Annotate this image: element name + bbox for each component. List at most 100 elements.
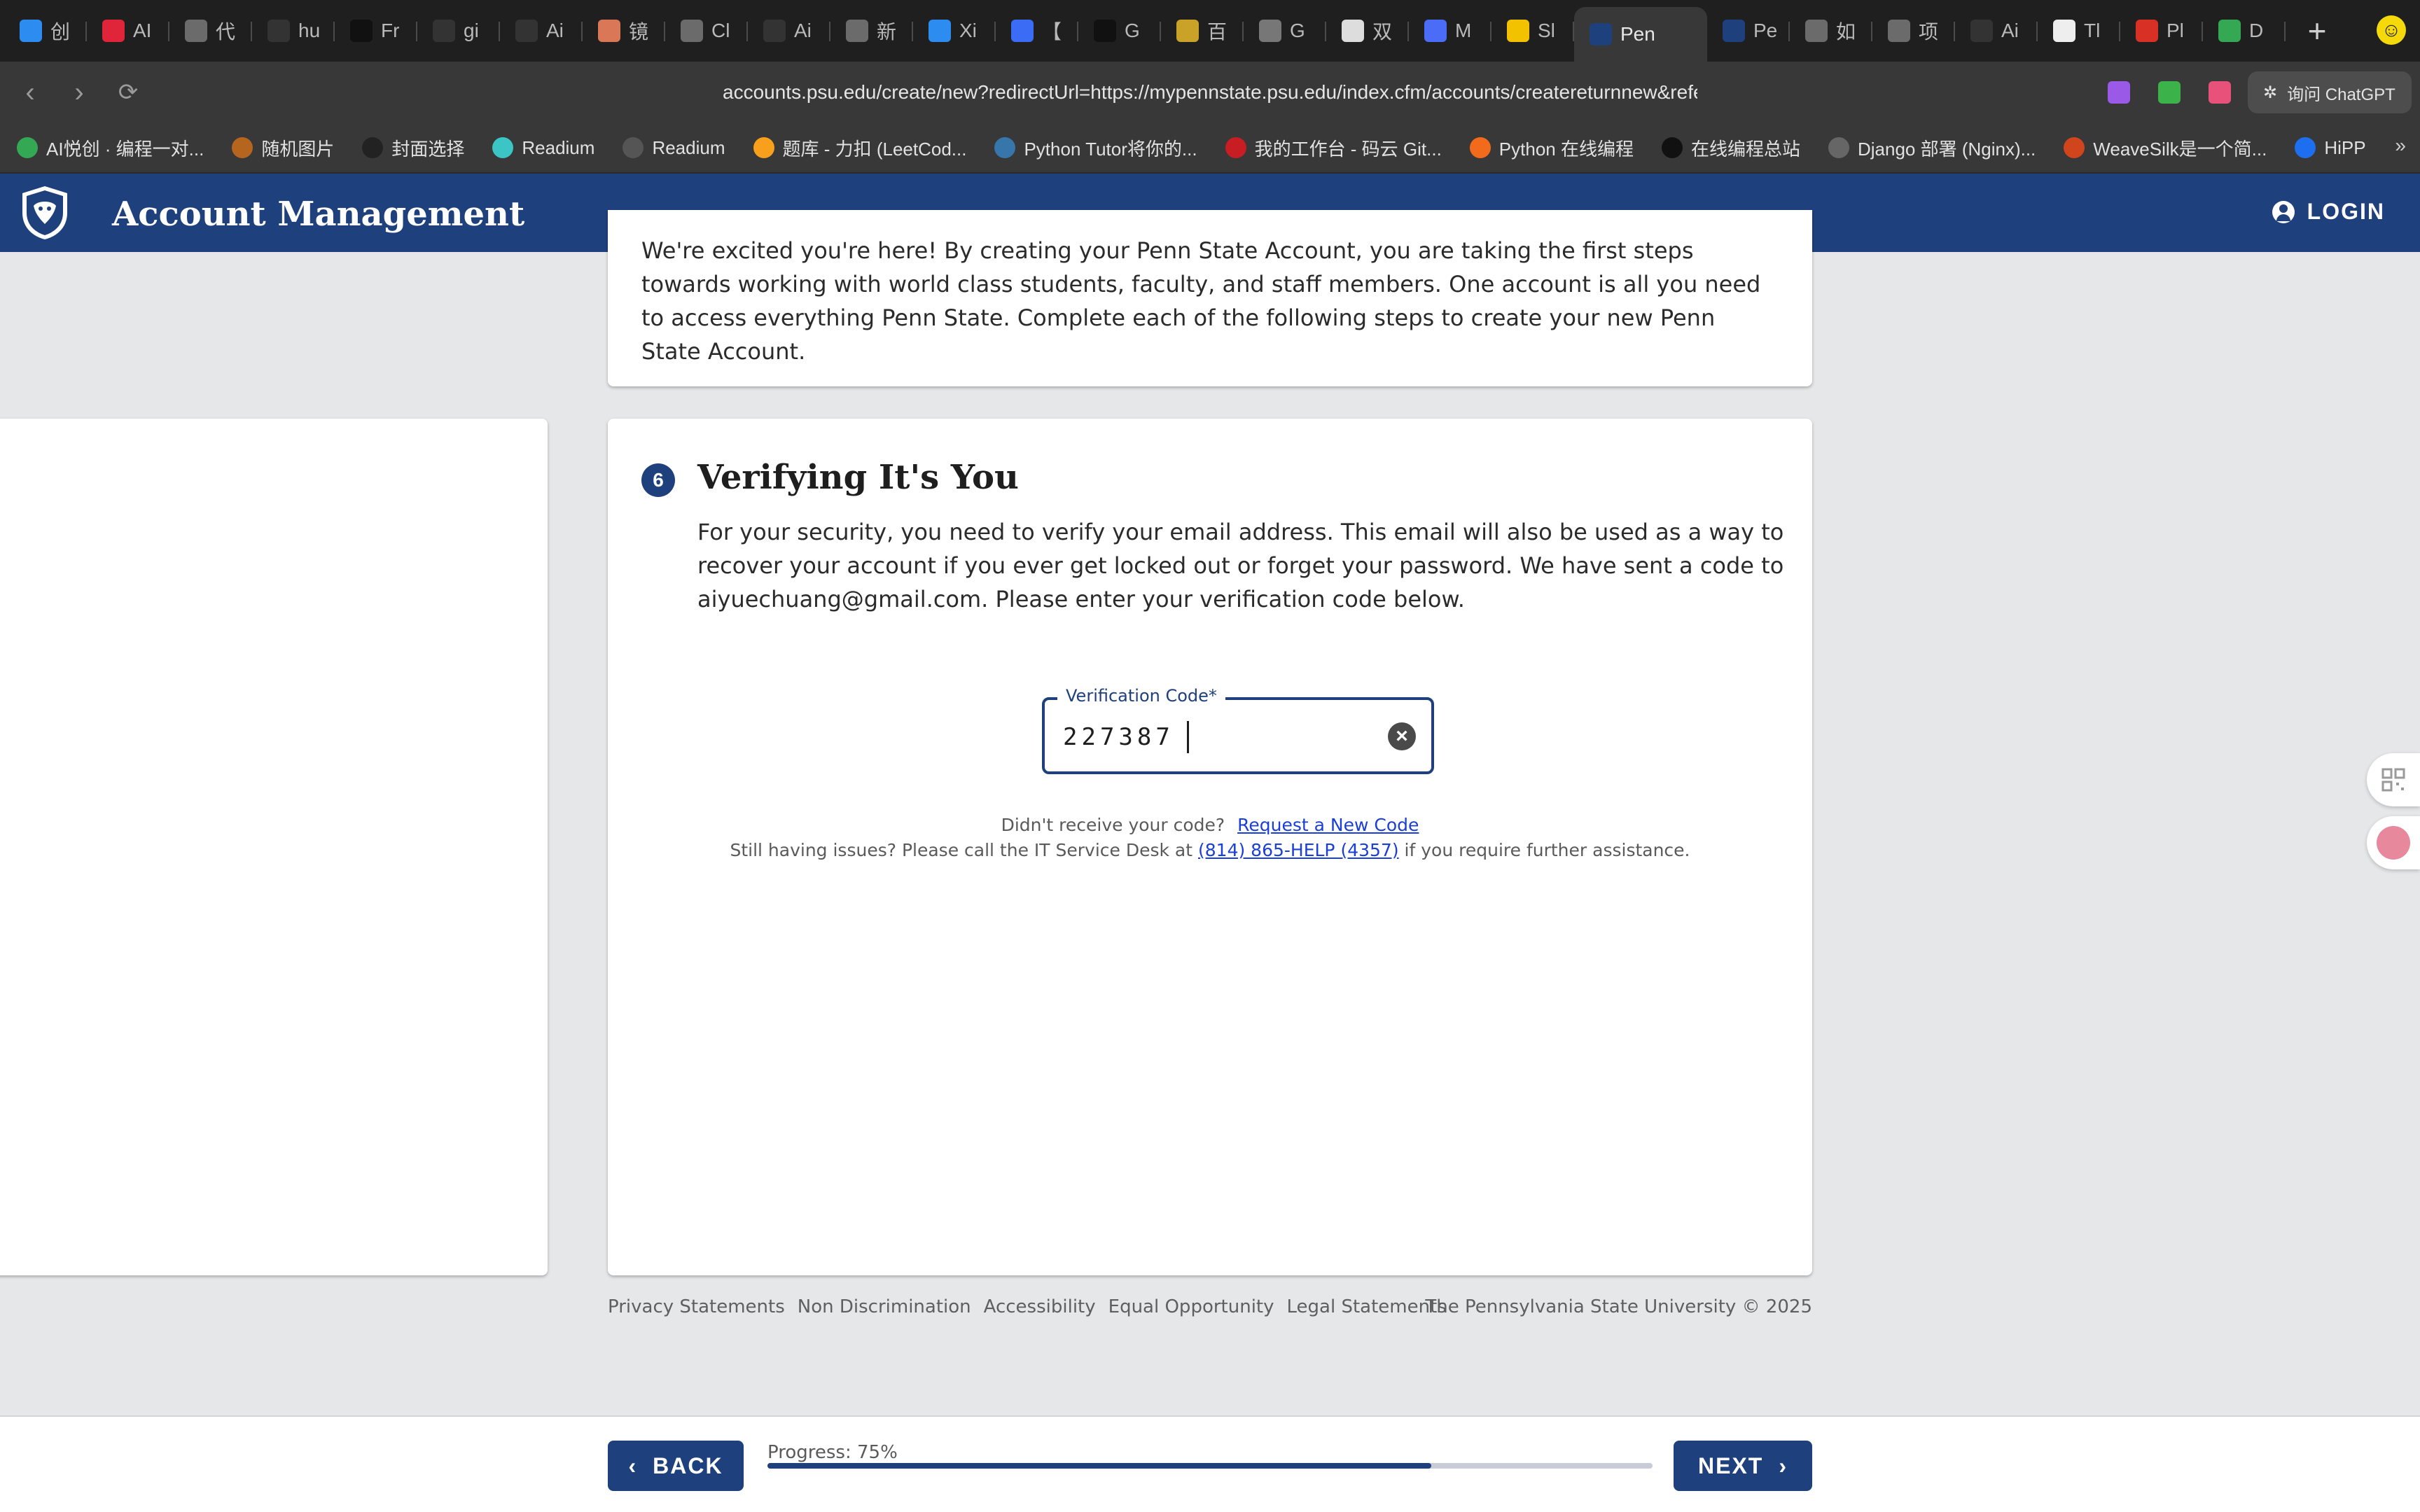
browser-tab[interactable]: 代 bbox=[169, 6, 252, 55]
browser-tab[interactable]: Ai bbox=[748, 6, 830, 55]
intro-card: We're excited you're here! By creating y… bbox=[608, 210, 1812, 386]
bookmark-item[interactable]: HiPP bbox=[2295, 137, 2366, 159]
step-title: Verifying It's You bbox=[697, 458, 1019, 497]
bookmark-item[interactable]: 封面选择 bbox=[362, 135, 464, 161]
forward-arrow-icon[interactable]: › bbox=[55, 68, 104, 117]
verification-code-field[interactable]: Verification Code* × bbox=[1042, 686, 1434, 774]
bookmark-favicon-icon bbox=[753, 137, 774, 158]
next-button[interactable]: NEXT › bbox=[1674, 1441, 1812, 1491]
request-new-code-link[interactable]: Request a New Code bbox=[1237, 815, 1419, 835]
bookmark-item[interactable]: Python 在线编程 bbox=[1469, 135, 1634, 161]
browser-tab[interactable]: D bbox=[2203, 6, 2286, 55]
bookmark-item[interactable]: Python Tutor将你的... bbox=[994, 135, 1197, 161]
browser-tab[interactable]: G bbox=[1078, 6, 1161, 55]
browser-tab-title: 项 bbox=[1919, 21, 1939, 43]
browser-tab[interactable]: Tl bbox=[2038, 6, 2120, 55]
extension-green-icon[interactable] bbox=[2158, 81, 2181, 104]
step-number-badge: 6 bbox=[641, 463, 675, 497]
back-label: BACK bbox=[653, 1452, 723, 1478]
new-tab-plus-icon[interactable]: + bbox=[2293, 6, 2342, 55]
browser-tab[interactable]: 百 bbox=[1161, 6, 1244, 55]
browser-tab[interactable]: 新 bbox=[830, 6, 913, 55]
extension-translate-icon[interactable] bbox=[2209, 81, 2231, 104]
browser-tab[interactable]: AI bbox=[87, 6, 169, 55]
ai-icon bbox=[102, 20, 125, 42]
compass-icon bbox=[1259, 20, 1281, 42]
browser-toolbar: ‹ › ⟳ accounts.psu.edu/create/new?redire… bbox=[0, 62, 2420, 123]
ask-chatgpt-button[interactable]: ✲ 询问 ChatGPT bbox=[2248, 71, 2412, 113]
bookmark-item[interactable]: 在线编程总站 bbox=[1661, 135, 1800, 161]
profile-avatar-icon[interactable]: ☺ bbox=[2377, 15, 2406, 45]
browser-tab[interactable]: 双 bbox=[1326, 6, 1409, 55]
browser-tab-title: 创 bbox=[50, 21, 71, 43]
bookmark-item[interactable]: WeaveSilk是一个简... bbox=[2064, 135, 2267, 161]
chevron-left-icon: ‹ bbox=[628, 1452, 638, 1478]
browser-tab[interactable]: 如 bbox=[1790, 6, 1872, 55]
browser-tab[interactable]: Sl bbox=[1491, 6, 1574, 55]
browser-tab-title: Sl bbox=[1538, 20, 1555, 41]
browser-tab-title: Xi bbox=[959, 20, 977, 41]
browser-tab[interactable]: Ai bbox=[1955, 6, 2038, 55]
login-button[interactable]: LOGIN bbox=[2272, 199, 2385, 225]
browser-tab-title: 如 bbox=[1836, 21, 1856, 43]
browser-tab-title: hu bbox=[298, 20, 321, 41]
verification-code-input[interactable] bbox=[1063, 721, 1189, 753]
browser-tab[interactable]: 创 bbox=[4, 6, 87, 55]
doc-icon bbox=[1011, 20, 1034, 42]
browser-tab[interactable]: Pe bbox=[1707, 6, 1790, 55]
help-line: Still having issues? Please call the IT … bbox=[608, 840, 1812, 860]
bookmark-item[interactable]: 随机图片 bbox=[232, 135, 334, 161]
resend-prompt: Didn't receive your code? bbox=[1001, 815, 1225, 835]
browser-tab[interactable]: hu bbox=[252, 6, 335, 55]
qr-code-icon[interactable] bbox=[2367, 753, 2420, 806]
browser-tab[interactable]: Pen bbox=[1574, 7, 1707, 62]
footer-link-equal-opportunity[interactable]: Equal Opportunity bbox=[1108, 1296, 1274, 1317]
browser-tab[interactable]: Cl bbox=[665, 6, 748, 55]
bookmark-favicon-icon bbox=[232, 137, 253, 158]
browser-tab[interactable]: G bbox=[1244, 6, 1326, 55]
psu-shield-logo[interactable] bbox=[20, 185, 70, 241]
browser-tab-title: G bbox=[1125, 20, 1140, 41]
browser-tab[interactable]: gi bbox=[417, 6, 500, 55]
footer-link-accessibility[interactable]: Accessibility bbox=[984, 1296, 1096, 1317]
browser-tab[interactable]: M bbox=[1409, 6, 1491, 55]
browser-tab[interactable]: Xi bbox=[913, 6, 996, 55]
copyright-text: The Pennsylvania State University © 2025 bbox=[1425, 1296, 1812, 1317]
browser-tab[interactable]: Pl bbox=[2120, 6, 2203, 55]
chatgpt-icon bbox=[185, 20, 207, 42]
bookmark-item[interactable]: 题库 - 力扣 (LeetCod... bbox=[753, 135, 966, 161]
browser-tab[interactable]: Fr bbox=[335, 6, 417, 55]
help-suffix: if you require further assistance. bbox=[1404, 840, 1690, 860]
help-phone-link[interactable]: (814) 865-HELP (4357) bbox=[1198, 840, 1399, 860]
address-bar-url[interactable]: accounts.psu.edu/create/new?redirectUrl=… bbox=[723, 77, 1697, 108]
chatgpt-icon bbox=[846, 20, 868, 42]
sl-icon bbox=[1507, 20, 1529, 42]
cursor-icon bbox=[1094, 20, 1116, 42]
footer-link-non-discrimination[interactable]: Non Discrimination bbox=[798, 1296, 971, 1317]
bookmark-favicon-icon bbox=[17, 137, 38, 158]
bookmark-item[interactable]: Readium bbox=[623, 137, 725, 159]
bookmark-item[interactable]: Django 部署 (Nginx)... bbox=[1828, 135, 2036, 161]
reload-icon[interactable]: ⟳ bbox=[104, 68, 153, 117]
bookmark-item[interactable]: Readium bbox=[492, 137, 594, 159]
bookmark-favicon-icon bbox=[1661, 137, 1683, 158]
back-arrow-icon[interactable]: ‹ bbox=[6, 68, 55, 117]
browser-tab-title: Pe bbox=[1753, 20, 1778, 41]
browser-tab[interactable]: 【 bbox=[996, 6, 1078, 55]
browser-tab[interactable]: Ai bbox=[500, 6, 583, 55]
clear-circle-icon[interactable]: × bbox=[1388, 722, 1416, 750]
bookmark-item[interactable]: AI悦创 · 编程一对... bbox=[17, 135, 204, 161]
footer-link-privacy[interactable]: Privacy Statements bbox=[608, 1296, 785, 1317]
back-button[interactable]: ‹ BACK bbox=[608, 1441, 744, 1491]
extension-purple-icon[interactable] bbox=[2108, 81, 2130, 104]
browser-tab[interactable]: 镜 bbox=[583, 6, 665, 55]
bookmarks-overflow-icon[interactable]: » bbox=[2395, 134, 2406, 157]
psu-shield-icon bbox=[1723, 20, 1745, 42]
browser-tab-title: Cl bbox=[711, 20, 730, 41]
bookmark-item[interactable]: 我的工作台 - 码云 Git... bbox=[1225, 135, 1442, 161]
browser-tab-title: Fr bbox=[381, 20, 400, 41]
browser-tab-title: gi bbox=[464, 20, 479, 41]
browser-tab[interactable]: 项 bbox=[1872, 6, 1955, 55]
translate-icon[interactable] bbox=[2367, 816, 2420, 869]
footer-link-legal[interactable]: Legal Statements bbox=[1287, 1296, 1447, 1317]
